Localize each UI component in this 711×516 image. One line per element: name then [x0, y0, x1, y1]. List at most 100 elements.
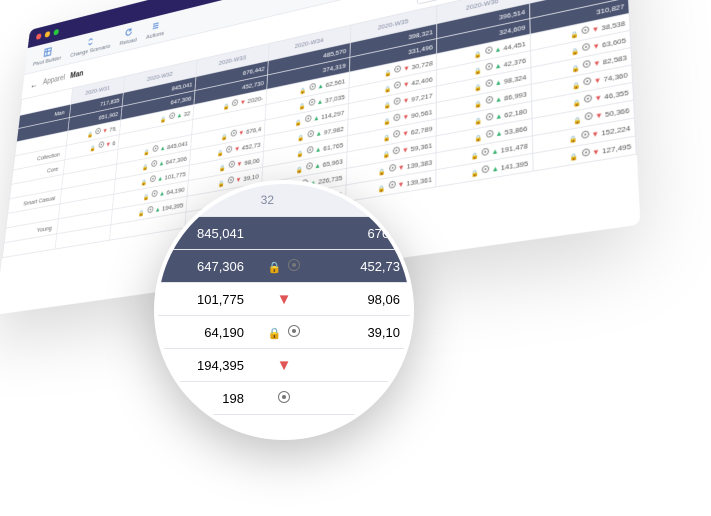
- up-icon: ▲: [495, 95, 502, 104]
- lock-icon: [572, 98, 580, 107]
- target-icon: [309, 98, 316, 106]
- lens-value: 98,06: [314, 292, 410, 307]
- down-icon: ▼: [105, 140, 111, 148]
- up-icon: ▲: [495, 78, 502, 87]
- lock-icon: [474, 50, 481, 58]
- lens-header: 322020-: [158, 184, 410, 217]
- down-icon: ▼: [402, 146, 409, 155]
- up-icon: ▲: [494, 45, 501, 54]
- down-icon: ▼: [234, 145, 240, 154]
- target-icon: [485, 96, 492, 104]
- target-icon: [231, 129, 237, 137]
- up-icon: ▲: [317, 97, 324, 106]
- lock-icon: [475, 133, 482, 141]
- target-icon: [98, 141, 104, 148]
- lock-icon: [572, 81, 580, 90]
- lock-icon: [383, 117, 390, 125]
- lock-icon: [142, 163, 148, 170]
- lens-value: 101,775: [158, 292, 254, 307]
- target-icon: [394, 97, 401, 105]
- target-icon: [485, 62, 492, 70]
- down-icon: ▼: [398, 163, 405, 172]
- down-icon: ▼: [594, 93, 602, 103]
- lock-icon: [571, 47, 579, 56]
- down-icon: ▼: [592, 147, 600, 157]
- down-icon: ▼: [402, 112, 409, 121]
- minimize-dot[interactable]: [45, 31, 51, 38]
- target-icon: [482, 147, 489, 156]
- back-arrow-icon[interactable]: ←: [30, 79, 39, 91]
- lock-icon: [383, 150, 390, 158]
- lock-icon: [221, 133, 227, 141]
- up-icon: ▲: [315, 145, 322, 154]
- target-icon: [228, 176, 235, 184]
- lock-icon: [219, 164, 225, 172]
- reload-button[interactable]: Reload: [119, 26, 138, 47]
- down-icon: ▼: [402, 129, 409, 138]
- lock-icon: [299, 102, 306, 110]
- target-icon: [485, 46, 492, 54]
- lock-icon: [570, 30, 578, 39]
- lock-icon: [144, 148, 150, 155]
- target-icon: [393, 130, 400, 138]
- magnifier-lens: 322020-845,041676,4647,306 452,73101,775…: [154, 180, 414, 440]
- target-icon: [229, 160, 235, 168]
- target-icon: [152, 145, 158, 152]
- target-icon: [583, 60, 591, 69]
- target-icon: [305, 115, 312, 123]
- lock-icon: [295, 118, 302, 126]
- target-icon: [288, 259, 300, 271]
- target-icon: [485, 79, 492, 87]
- target-icon: [95, 127, 101, 134]
- lens-value: 452,73: [314, 259, 410, 274]
- up-icon: ▲: [157, 174, 163, 182]
- lens-value: 198: [158, 391, 254, 406]
- lock-icon: [297, 133, 304, 141]
- lock-icon: [474, 83, 481, 91]
- up-icon: ▲: [494, 61, 501, 70]
- lock-icon: [474, 116, 481, 124]
- lock-icon: [160, 115, 166, 122]
- target-icon: [584, 94, 592, 103]
- target-icon: [486, 130, 493, 139]
- target-icon: [581, 130, 589, 139]
- target-icon: [226, 145, 232, 153]
- actions-label: Actions: [146, 29, 165, 40]
- target-icon: [482, 165, 489, 174]
- lock-icon: [300, 86, 307, 94]
- actions-button[interactable]: Actions: [146, 19, 165, 40]
- close-dot[interactable]: [36, 33, 42, 40]
- lock-icon: [217, 149, 223, 157]
- target-icon: [585, 112, 593, 121]
- lock-icon: [573, 116, 581, 125]
- lens-row: 194,395 ▼: [158, 349, 410, 382]
- down-icon: ▼: [593, 76, 601, 86]
- lock-icon: [268, 325, 282, 340]
- target-icon: [583, 77, 591, 86]
- target-icon: [309, 83, 316, 91]
- lock-icon: [474, 66, 481, 74]
- lock-icon: [296, 165, 303, 173]
- down-icon: ▼: [592, 42, 600, 52]
- target-icon: [307, 146, 314, 154]
- down-icon: ▼: [403, 64, 410, 73]
- lens-row: 101,775▼98,06: [158, 283, 410, 316]
- down-icon: ▼: [277, 357, 292, 374]
- target-icon: [151, 160, 157, 167]
- up-icon: ▲: [315, 129, 322, 138]
- lock-icon: [90, 144, 96, 151]
- maximize-dot[interactable]: [53, 29, 59, 36]
- lock-icon: [138, 209, 144, 217]
- breadcrumb: Apparel Man: [43, 69, 84, 86]
- up-icon: ▲: [495, 129, 502, 138]
- target-icon: [147, 206, 153, 214]
- down-icon: ▼: [593, 59, 601, 69]
- target-icon: [394, 65, 401, 73]
- pivot-builder-button[interactable]: Pivot Builder: [33, 44, 63, 67]
- lock-icon: [141, 178, 147, 185]
- lens-row: 647,306 452,73: [158, 250, 410, 283]
- lock-icon: [383, 133, 390, 141]
- lens-value: 194,395: [158, 358, 254, 373]
- down-icon: ▼: [591, 129, 599, 139]
- target-icon: [288, 325, 300, 337]
